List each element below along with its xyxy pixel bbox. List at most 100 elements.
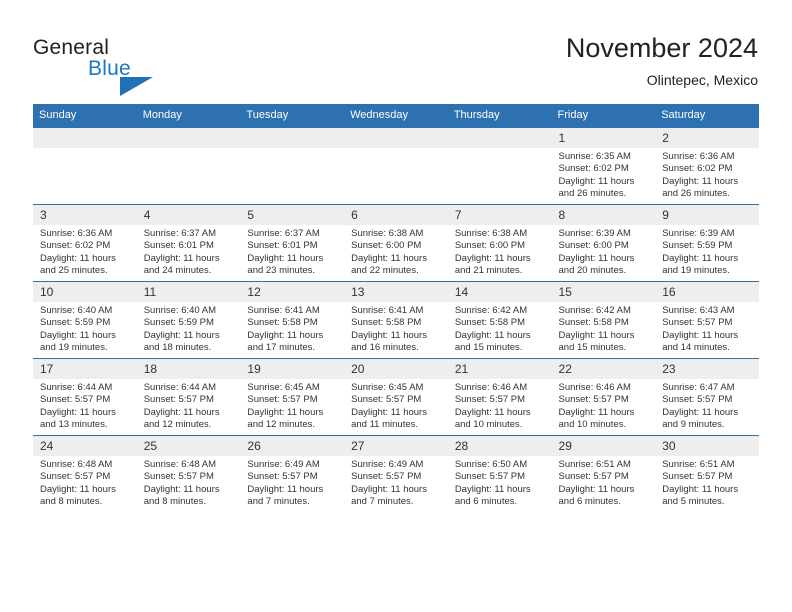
sunset-text: Sunset: 5:57 PM — [143, 471, 214, 483]
day-details: Sunrise: 6:42 AM Sunset: 5:58 PM Daylight:… — [448, 302, 552, 355]
calendar-day-cell[interactable]: 27 Sunrise: 6:49 AM Sunset: 5:57 PM Dayligh… — [344, 435, 448, 512]
calendar-day-cell[interactable]: 24 Sunrise: 6:48 AM Sunset: 5:57 PM Dayligh… — [33, 435, 137, 512]
sunset-text: Sunset: 6:02 PM — [40, 240, 111, 252]
calendar-day-cell[interactable]: 14 Sunrise: 6:42 AM Sunset: 5:58 PM Dayligh… — [447, 281, 552, 359]
day-number: 23 — [655, 359, 759, 379]
calendar-day-cell[interactable]: 18 Sunrise: 6:44 AM Sunset: 5:57 PM Dayligh… — [136, 358, 241, 436]
calendar-day-cell[interactable]: 29 Sunrise: 6:51 AM Sunset: 5:57 PM Dayligh… — [551, 435, 656, 512]
calendar-day-cell[interactable]: 11 Sunrise: 6:40 AM Sunset: 5:59 PM Dayligh… — [136, 281, 241, 359]
day-number: 12 — [240, 282, 345, 302]
calendar-day-cell[interactable]: 9 Sunrise: 6:39 AM Sunset: 5:59 PM Daylight… — [655, 204, 759, 282]
daylight-text: Daylight: 11 hours and 19 minutes. — [662, 252, 739, 277]
sunset-text: Sunset: 5:57 PM — [247, 394, 318, 406]
day-number: 17 — [33, 359, 137, 379]
day-details: Sunrise: 6:50 AM Sunset: 5:57 PM Daylight:… — [448, 456, 552, 509]
daylight-text: Daylight: 11 hours and 6 minutes. — [558, 483, 635, 508]
day-details: Sunrise: 6:36 AM Sunset: 6:02 PM Daylight:… — [655, 148, 759, 201]
sunrise-text: Sunrise: 6:45 AM — [247, 382, 320, 393]
daylight-text: Daylight: 11 hours and 8 minutes. — [40, 483, 116, 508]
calendar-day-cell[interactable]: 26 Sunrise: 6:49 AM Sunset: 5:57 PM Dayligh… — [240, 435, 345, 512]
sunrise-text: Sunrise: 6:46 AM — [454, 382, 528, 393]
calendar-day-cell[interactable]: 17 Sunrise: 6:44 AM Sunset: 5:57 PM Dayligh… — [33, 358, 137, 436]
calendar-week-row: 1 Sunrise: 6:35 AM Sunset: 6:02 PM Daylight… — [33, 127, 759, 205]
daylight-text: Daylight: 11 hours and 7 minutes. — [247, 483, 324, 508]
day-number: 18 — [136, 359, 241, 379]
calendar-day-cell[interactable]: 21 Sunrise: 6:46 AM Sunset: 5:57 PM Dayligh… — [447, 358, 552, 436]
calendar-day-cell[interactable]: 8 Sunrise: 6:39 AM Sunset: 6:00 PM Daylight… — [551, 204, 656, 282]
day-number: 7 — [447, 205, 552, 225]
daylight-text: Daylight: 11 hours and 26 minutes. — [558, 175, 635, 200]
sunset-text: Sunset: 5:57 PM — [558, 394, 629, 406]
day-number — [33, 128, 137, 148]
calendar-day-cell-empty — [447, 127, 552, 205]
calendar-day-cell[interactable]: 23 Sunrise: 6:47 AM Sunset: 5:57 PM Dayligh… — [655, 358, 759, 436]
calendar-day-cell[interactable]: 4 Sunrise: 6:37 AM Sunset: 6:01 PM Daylight… — [136, 204, 241, 282]
daylight-text: Daylight: 11 hours and 11 minutes. — [351, 406, 427, 431]
calendar-day-cell[interactable]: 22 Sunrise: 6:46 AM Sunset: 5:57 PM Dayligh… — [551, 358, 656, 436]
sunrise-text: Sunrise: 6:49 AM — [247, 459, 320, 470]
sunset-text: Sunset: 5:59 PM — [40, 317, 111, 329]
sunset-text: Sunset: 5:58 PM — [351, 317, 422, 329]
calendar-day-cell[interactable]: 10 Sunrise: 6:40 AM Sunset: 5:59 PM Dayligh… — [33, 281, 137, 359]
calendar-day-cell[interactable]: 28 Sunrise: 6:50 AM Sunset: 5:57 PM Dayligh… — [447, 435, 552, 512]
sunrise-text: Sunrise: 6:46 AM — [558, 382, 631, 393]
page-header: General Blue November 2024 Olintepec, Me… — [0, 0, 792, 100]
calendar-day-cell[interactable]: 30 Sunrise: 6:51 AM Sunset: 5:57 PM Dayligh… — [655, 435, 759, 512]
sunset-text: Sunset: 6:02 PM — [662, 163, 733, 175]
sunset-text: Sunset: 5:58 PM — [454, 317, 526, 329]
daylight-text: Daylight: 11 hours and 9 minutes. — [662, 406, 739, 431]
weekday-header-sunday: Sunday — [33, 104, 137, 128]
calendar-day-cell[interactable]: 12 Sunrise: 6:41 AM Sunset: 5:58 PM Dayligh… — [240, 281, 345, 359]
calendar-day-cell[interactable]: 19 Sunrise: 6:45 AM Sunset: 5:57 PM Dayligh… — [240, 358, 345, 436]
page-title: November 2024 — [565, 33, 758, 63]
day-details: Sunrise: 6:35 AM Sunset: 6:02 PM Daylight:… — [552, 148, 656, 201]
calendar-week-row: 17 Sunrise: 6:44 AM Sunset: 5:57 PM Dayligh… — [33, 358, 759, 436]
calendar-week-row: 3 Sunrise: 6:36 AM Sunset: 6:02 PM Daylight… — [33, 204, 759, 282]
calendar-day-cell[interactable]: 6 Sunrise: 6:38 AM Sunset: 6:00 PM Daylight… — [344, 204, 448, 282]
daylight-text: Daylight: 11 hours and 10 minutes. — [454, 406, 531, 431]
day-details: Sunrise: 6:43 AM Sunset: 5:57 PM Daylight:… — [655, 302, 759, 355]
calendar-day-cell[interactable]: 16 Sunrise: 6:43 AM Sunset: 5:57 PM Dayligh… — [655, 281, 759, 359]
calendar-day-cell[interactable]: 1 Sunrise: 6:35 AM Sunset: 6:02 PM Daylight… — [551, 127, 656, 205]
daylight-text: Daylight: 11 hours and 10 minutes. — [558, 406, 635, 431]
day-details: Sunrise: 6:51 AM Sunset: 5:57 PM Daylight:… — [655, 456, 759, 509]
general-blue-logo[interactable]: General Blue — [33, 36, 203, 96]
sunset-text: Sunset: 5:58 PM — [558, 317, 629, 329]
calendar-day-cell[interactable]: 20 Sunrise: 6:45 AM Sunset: 5:57 PM Dayligh… — [344, 358, 448, 436]
day-number: 9 — [655, 205, 759, 225]
day-details: Sunrise: 6:41 AM Sunset: 5:58 PM Daylight:… — [240, 302, 344, 355]
sunset-text: Sunset: 6:02 PM — [558, 163, 629, 175]
day-number: 21 — [447, 359, 552, 379]
day-number: 1 — [551, 128, 656, 148]
sunset-text: Sunset: 5:57 PM — [454, 471, 526, 483]
weekday-header-row: Sunday Monday Tuesday Wednesday Thursday… — [33, 104, 759, 128]
day-number: 30 — [655, 436, 759, 456]
day-details: Sunrise: 6:49 AM Sunset: 5:57 PM Daylight:… — [344, 456, 448, 509]
sunrise-text: Sunrise: 6:47 AM — [662, 382, 735, 393]
calendar-day-cell[interactable]: 5 Sunrise: 6:37 AM Sunset: 6:01 PM Daylight… — [240, 204, 345, 282]
day-number: 3 — [33, 205, 137, 225]
sunrise-text: Sunrise: 6:48 AM — [143, 459, 217, 470]
title-block: November 2024 Olintepec, Mexico — [566, 32, 758, 90]
daylight-text: Daylight: 11 hours and 12 minutes. — [247, 406, 324, 431]
calendar-day-cell[interactable]: 13 Sunrise: 6:41 AM Sunset: 5:58 PM Dayligh… — [344, 281, 448, 359]
calendar-day-cell[interactable]: 25 Sunrise: 6:48 AM Sunset: 5:57 PM Dayligh… — [136, 435, 241, 512]
day-number: 24 — [33, 436, 137, 456]
day-details: Sunrise: 6:51 AM Sunset: 5:57 PM Daylight:… — [552, 456, 656, 509]
day-number: 26 — [240, 436, 345, 456]
sunrise-text: Sunrise: 6:42 AM — [558, 305, 631, 316]
daylight-text: Daylight: 11 hours and 23 minutes. — [247, 252, 324, 277]
calendar-day-cell[interactable]: 7 Sunrise: 6:38 AM Sunset: 6:00 PM Daylight… — [447, 204, 552, 282]
sunset-text: Sunset: 5:57 PM — [662, 471, 733, 483]
calendar-day-cell[interactable]: 15 Sunrise: 6:42 AM Sunset: 5:58 PM Dayligh… — [551, 281, 656, 359]
sunrise-text: Sunrise: 6:39 AM — [662, 228, 735, 239]
calendar-day-cell[interactable]: 2 Sunrise: 6:36 AM Sunset: 6:02 PM Daylight… — [655, 127, 759, 205]
sunrise-text: Sunrise: 6:49 AM — [351, 459, 424, 470]
day-details: Sunrise: 6:47 AM Sunset: 5:57 PM Daylight:… — [655, 379, 759, 432]
daylight-text: Daylight: 11 hours and 5 minutes. — [662, 483, 739, 508]
calendar-day-cell[interactable]: 3 Sunrise: 6:36 AM Sunset: 6:02 PM Daylight… — [33, 204, 137, 282]
day-number: 27 — [344, 436, 448, 456]
sunset-text: Sunset: 5:58 PM — [247, 317, 318, 329]
daylight-text: Daylight: 11 hours and 7 minutes. — [351, 483, 427, 508]
sunrise-text: Sunrise: 6:40 AM — [143, 305, 217, 316]
